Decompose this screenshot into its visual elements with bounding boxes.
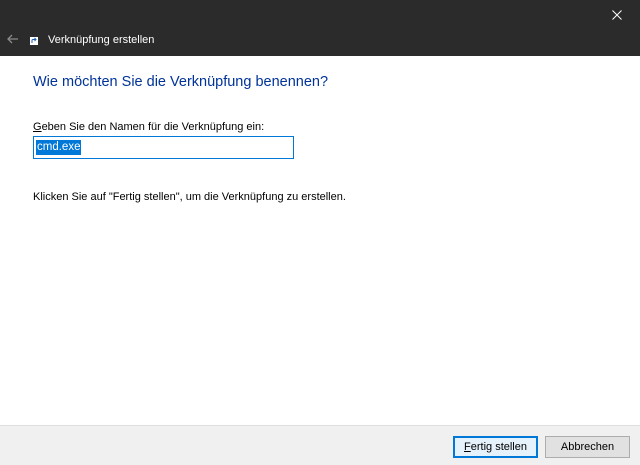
close-icon: [612, 10, 622, 20]
finish-instruction-text: Klicken Sie auf "Fertig stellen", um die…: [33, 191, 346, 203]
shortcut-icon: [30, 37, 38, 45]
finish-button[interactable]: Fertig stellen: [453, 436, 538, 458]
button-bar: Fertig stellen Abbrechen: [0, 425, 640, 465]
window-title: Verknüpfung erstellen: [48, 34, 155, 46]
finish-access-key: F: [464, 441, 471, 453]
shortcut-name-input[interactable]: cmd.exe: [33, 136, 294, 159]
name-field-label-text: eben Sie den Namen für die Verknüpfung e…: [41, 121, 265, 133]
wizard-content: Wie möchten Sie die Verknüpfung benennen…: [0, 56, 640, 425]
finish-label: ertig stellen: [470, 441, 527, 453]
shortcut-name-value: cmd.exe: [36, 140, 82, 155]
name-field-label: Geben Sie den Namen für die Verknüpfung …: [33, 120, 264, 134]
back-button[interactable]: [0, 27, 26, 51]
cancel-button[interactable]: Abbrechen: [545, 436, 630, 458]
title-bar: Verknüpfung erstellen: [0, 0, 640, 56]
shortcut-wizard-window: Verknüpfung erstellen Wie möchten Sie di…: [0, 0, 640, 465]
name-field-label-access-key: G: [33, 121, 42, 133]
page-title: Wie möchten Sie die Verknüpfung benennen…: [33, 74, 329, 90]
back-arrow-icon: [7, 34, 18, 44]
close-button[interactable]: [594, 0, 640, 30]
